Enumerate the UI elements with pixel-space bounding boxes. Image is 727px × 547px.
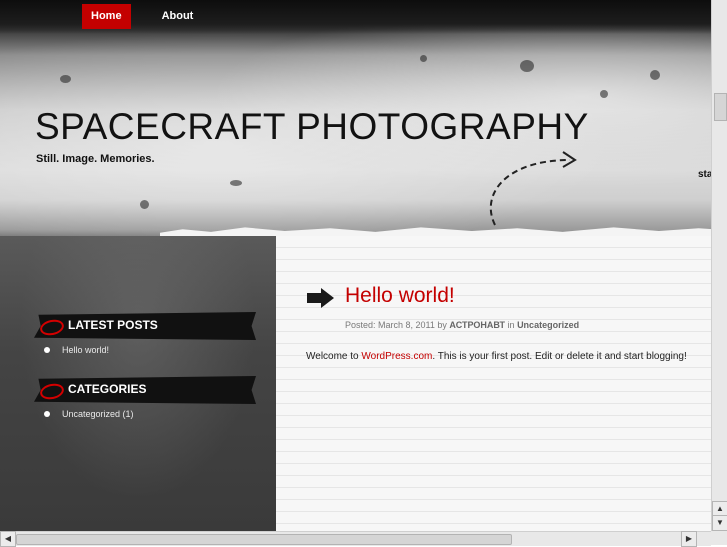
latest-posts-heading: LATEST POSTS bbox=[34, 312, 256, 340]
categories-heading: CATEGORIES bbox=[34, 376, 256, 404]
post-date: Posted: March 8, 2011 by bbox=[345, 320, 447, 330]
category-link[interactable]: Uncategorized (1) bbox=[62, 409, 134, 419]
post-title[interactable]: Hello world! bbox=[345, 284, 455, 308]
latest-posts-list: Hello world! bbox=[44, 343, 109, 357]
post-link[interactable]: Hello world! bbox=[62, 345, 109, 355]
content-area bbox=[276, 236, 727, 531]
widget-title: CATEGORIES bbox=[68, 382, 147, 396]
post-category[interactable]: Uncategorized bbox=[517, 320, 579, 330]
list-item[interactable]: Hello world! bbox=[44, 343, 109, 357]
sidebar: LATEST POSTS Hello world! CATEGORIES Unc… bbox=[0, 236, 276, 531]
nav-about[interactable]: About bbox=[153, 4, 203, 29]
horizontal-scrollbar[interactable]: ◀ ▶ bbox=[0, 531, 711, 547]
widget-title: LATEST POSTS bbox=[68, 318, 158, 332]
red-ring-icon bbox=[38, 381, 66, 402]
bullet-icon bbox=[44, 411, 50, 417]
nav-home[interactable]: Home bbox=[82, 4, 131, 29]
site-tagline: Still. Image. Memories. bbox=[36, 153, 155, 165]
scrollbar-corner bbox=[711, 531, 727, 545]
vertical-scroll-thumb[interactable] bbox=[714, 93, 727, 121]
horizontal-scroll-thumb[interactable] bbox=[16, 534, 512, 545]
body-text-after: . This is your first post. Edit or delet… bbox=[432, 351, 687, 362]
post-author[interactable]: АСТРОНАВТ bbox=[449, 320, 505, 330]
categories-list: Uncategorized (1) bbox=[44, 407, 134, 421]
red-ring-icon bbox=[38, 317, 66, 338]
arrow-right-icon bbox=[307, 288, 334, 308]
scroll-down-icon[interactable]: ▼ bbox=[712, 515, 727, 531]
vertical-scrollbar[interactable]: ▲ ▼ bbox=[711, 0, 727, 531]
body-text-before: Welcome to bbox=[306, 351, 359, 362]
post-body: Welcome to WordPress.com. This is your f… bbox=[306, 351, 687, 362]
wordpress-link[interactable]: WordPress.com bbox=[361, 351, 432, 362]
list-item[interactable]: Uncategorized (1) bbox=[44, 407, 134, 421]
main-nav: Home About bbox=[82, 4, 224, 29]
meta-in: in bbox=[507, 320, 515, 330]
site-title[interactable]: SPACECRAFT PHOTOGRAPHY bbox=[35, 106, 589, 148]
arrow-doodle-icon bbox=[489, 151, 577, 226]
post-meta: Posted: March 8, 2011 by АСТРОНАВТ in Un… bbox=[345, 320, 579, 330]
bullet-icon bbox=[44, 347, 50, 353]
